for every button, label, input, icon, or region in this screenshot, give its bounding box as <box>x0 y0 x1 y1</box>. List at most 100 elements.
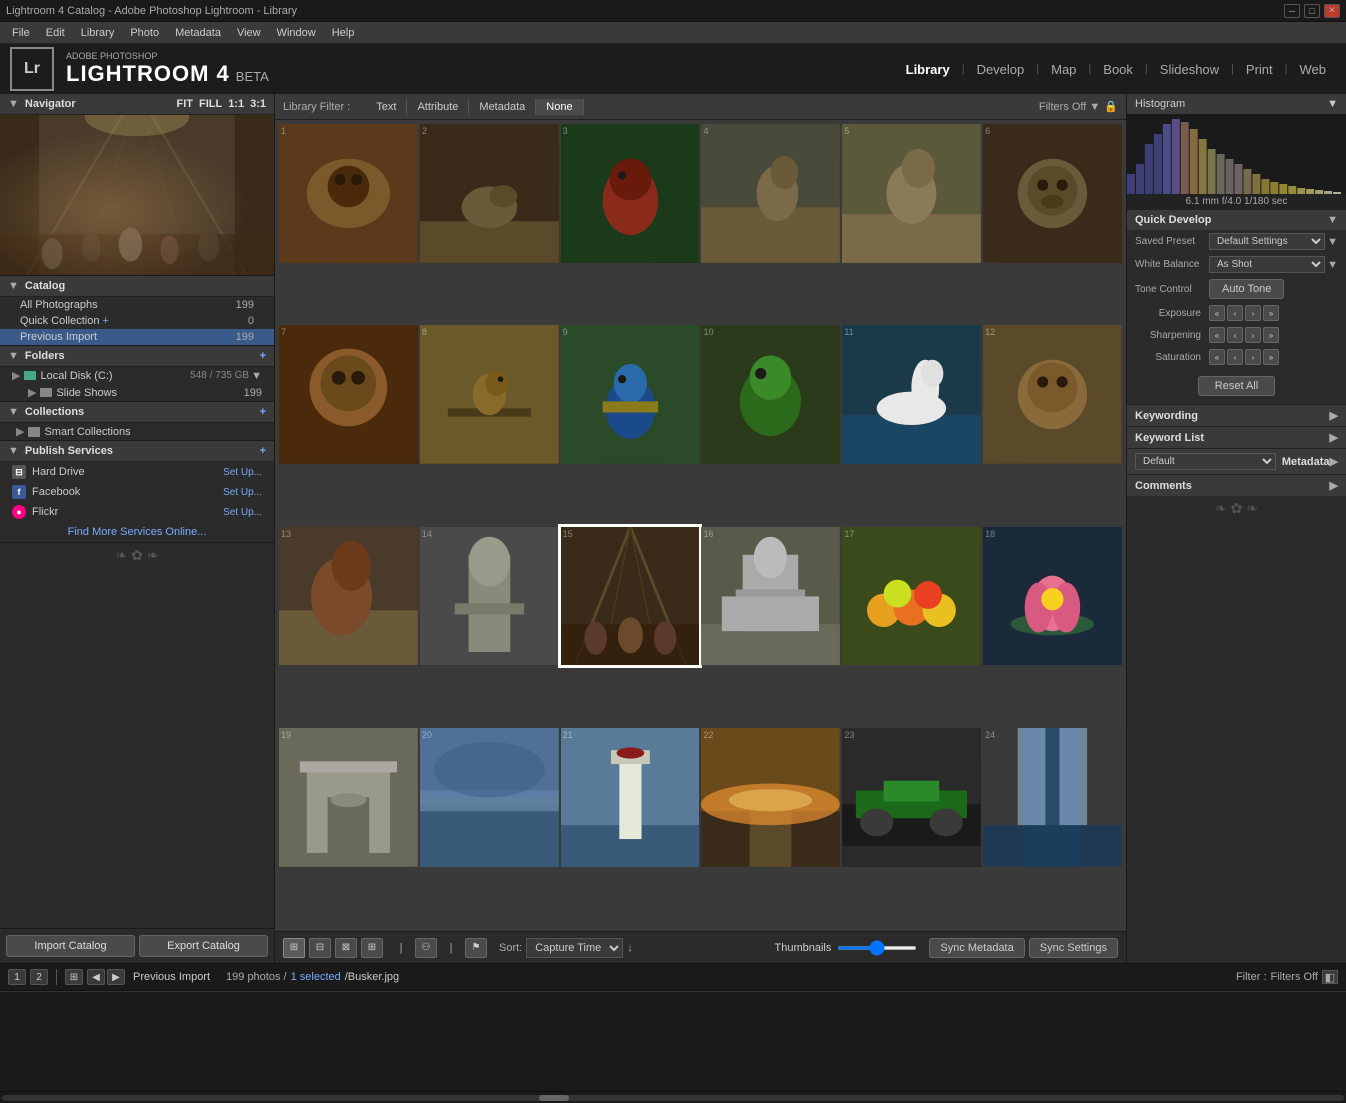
catalog-previous-import[interactable]: Previous Import 199 <box>0 329 274 345</box>
view-loupe-button[interactable]: ⊟ <box>309 938 331 958</box>
nav-print[interactable]: Print <box>1236 58 1283 81</box>
exposure-plus-large[interactable]: » <box>1263 305 1279 321</box>
exposure-minus-large[interactable]: « <box>1209 305 1225 321</box>
close-button[interactable]: ✕ <box>1324 4 1340 18</box>
menu-window[interactable]: Window <box>269 25 324 41</box>
publish-flickr[interactable]: ● Flickr Set Up... <box>0 502 274 522</box>
navigator-header[interactable]: ▼ Navigator FIT FILL 1:1 3:1 <box>0 94 274 115</box>
catalog-quick-collection[interactable]: Quick Collection + 0 <box>0 313 274 329</box>
disk-dropdown-icon[interactable]: ▼ <box>251 370 262 382</box>
filter-metadata-btn[interactable]: Metadata <box>469 99 536 115</box>
nav-map[interactable]: Map <box>1041 58 1086 81</box>
filters-off-label[interactable]: Filters Off ▼ <box>1039 101 1100 113</box>
menu-photo[interactable]: Photo <box>122 25 167 41</box>
saturation-minus-small[interactable]: ‹ <box>1227 349 1243 365</box>
add-folder-icon[interactable]: + <box>260 350 266 362</box>
sort-direction-icon[interactable]: ↓ <box>627 942 633 954</box>
scroll-thumb[interactable] <box>539 1095 569 1101</box>
sort-select[interactable]: Capture Time Added Order Edit Time <box>526 938 623 958</box>
photo-cell-20[interactable]: 20 <box>420 728 559 867</box>
publish-facebook[interactable]: f Facebook Set Up... <box>0 482 274 502</box>
metadata-preset-select[interactable]: Default <box>1135 453 1276 470</box>
saturation-plus-small[interactable]: › <box>1245 349 1261 365</box>
menu-file[interactable]: File <box>4 25 38 41</box>
saved-preset-dropdown-icon[interactable]: ▼ <box>1327 236 1338 248</box>
photo-cell-7[interactable]: 7 <box>279 325 418 464</box>
photo-cell-21[interactable]: 21 <box>561 728 700 867</box>
photo-cell-3[interactable]: 3 <box>561 124 700 263</box>
photo-cell-14[interactable]: 14 <box>420 527 559 666</box>
find-more-services[interactable]: Find More Services Online... <box>0 522 274 542</box>
filter-attribute-btn[interactable]: Attribute <box>407 99 469 115</box>
photo-cell-15[interactable]: 15 <box>561 527 700 666</box>
photo-cell-12[interactable]: 12 <box>983 325 1122 464</box>
import-catalog-button[interactable]: Import Catalog <box>6 935 135 957</box>
nav-slideshow[interactable]: Slideshow <box>1150 58 1229 81</box>
sync-settings-button[interactable]: Sync Settings <box>1029 938 1118 958</box>
catalog-all-photographs[interactable]: All Photographs 199 <box>0 297 274 313</box>
keyword-list-header[interactable]: Keyword List ▶ <box>1127 426 1346 448</box>
exposure-plus-small[interactable]: › <box>1245 305 1261 321</box>
zoom-1-1[interactable]: 1:1 <box>228 98 244 110</box>
photo-cell-5[interactable]: 5 <box>842 124 981 263</box>
grid-view-icon[interactable]: ⊞ <box>65 969 83 985</box>
nav-develop[interactable]: Develop <box>967 58 1035 81</box>
menu-view[interactable]: View <box>229 25 269 41</box>
photo-cell-8[interactable]: 8 <box>420 325 559 464</box>
folder-slideshows[interactable]: ▶ Slide Shows 199 <box>0 384 274 401</box>
photo-cell-2[interactable]: 2 <box>420 124 559 263</box>
photo-cell-6[interactable]: 6 <box>983 124 1122 263</box>
filmstrip-page1[interactable]: 1 <box>8 969 26 985</box>
catalog-header[interactable]: ▼ Catalog <box>0 276 274 297</box>
view-grid-button[interactable]: ⊞ <box>283 938 305 958</box>
auto-tone-button[interactable]: Auto Tone <box>1209 279 1284 299</box>
previous-photo-button[interactable]: ◀ <box>87 969 105 985</box>
zoom-fill[interactable]: FILL <box>199 98 222 110</box>
photo-cell-1[interactable]: 1 <box>279 124 418 263</box>
publish-services-header[interactable]: ▼ Publish Services + <box>0 441 274 462</box>
menu-metadata[interactable]: Metadata <box>167 25 229 41</box>
photo-cell-22[interactable]: 22 <box>701 728 840 867</box>
thumbnail-size-slider[interactable] <box>837 946 917 950</box>
quick-develop-header[interactable]: Quick Develop ▼ <box>1127 209 1346 230</box>
sharpening-plus-small[interactable]: › <box>1245 327 1261 343</box>
view-survey-button[interactable]: ⊞ <box>361 938 383 958</box>
maximize-button[interactable]: □ <box>1304 4 1320 18</box>
photo-cell-23[interactable]: 23 <box>842 728 981 867</box>
flickr-setup[interactable]: Set Up... <box>223 507 262 518</box>
exposure-minus-small[interactable]: ‹ <box>1227 305 1243 321</box>
nav-web[interactable]: Web <box>1290 58 1337 81</box>
photo-cell-10[interactable]: 10 <box>701 325 840 464</box>
reset-all-button[interactable]: Reset All <box>1198 376 1275 396</box>
view-people-button[interactable]: ⚇ <box>415 938 437 958</box>
flag-button[interactable]: ⚑ <box>465 938 487 958</box>
sharpening-minus-small[interactable]: ‹ <box>1227 327 1243 343</box>
sharpening-minus-large[interactable]: « <box>1209 327 1225 343</box>
white-balance-select[interactable]: As Shot <box>1209 256 1325 273</box>
publish-hard-drive[interactable]: ⊟ Hard Drive Set Up... <box>0 462 274 482</box>
filter-value[interactable]: Filters Off <box>1271 971 1318 983</box>
nav-book[interactable]: Book <box>1093 58 1143 81</box>
saturation-plus-large[interactable]: » <box>1263 349 1279 365</box>
white-balance-dropdown-icon[interactable]: ▼ <box>1327 259 1338 271</box>
comments-header[interactable]: Comments ▶ <box>1127 474 1346 496</box>
folder-local-disk[interactable]: ▶ Local Disk (C:) 548 / 735 GB ▼ <box>0 367 274 384</box>
export-catalog-button[interactable]: Export Catalog <box>139 935 268 957</box>
zoom-3-1[interactable]: 3:1 <box>250 98 266 110</box>
photo-cell-18[interactable]: 18 <box>983 527 1122 666</box>
saved-preset-select[interactable]: Default Settings <box>1209 233 1325 250</box>
filmstrip-page2[interactable]: 2 <box>30 969 48 985</box>
facebook-setup[interactable]: Set Up... <box>223 487 262 498</box>
menu-library[interactable]: Library <box>73 25 123 41</box>
add-publish-icon[interactable]: + <box>260 445 266 457</box>
add-collection-icon[interactable]: + <box>260 406 266 418</box>
photo-cell-17[interactable]: 17 <box>842 527 981 666</box>
nav-library[interactable]: Library <box>896 58 960 81</box>
menu-help[interactable]: Help <box>324 25 363 41</box>
photo-cell-11[interactable]: 11 <box>842 325 981 464</box>
photo-cell-19[interactable]: 19 <box>279 728 418 867</box>
sharpening-plus-large[interactable]: » <box>1263 327 1279 343</box>
sync-metadata-button[interactable]: Sync Metadata <box>929 938 1024 958</box>
photo-cell-9[interactable]: 9 <box>561 325 700 464</box>
filter-none-btn[interactable]: None <box>536 99 583 115</box>
